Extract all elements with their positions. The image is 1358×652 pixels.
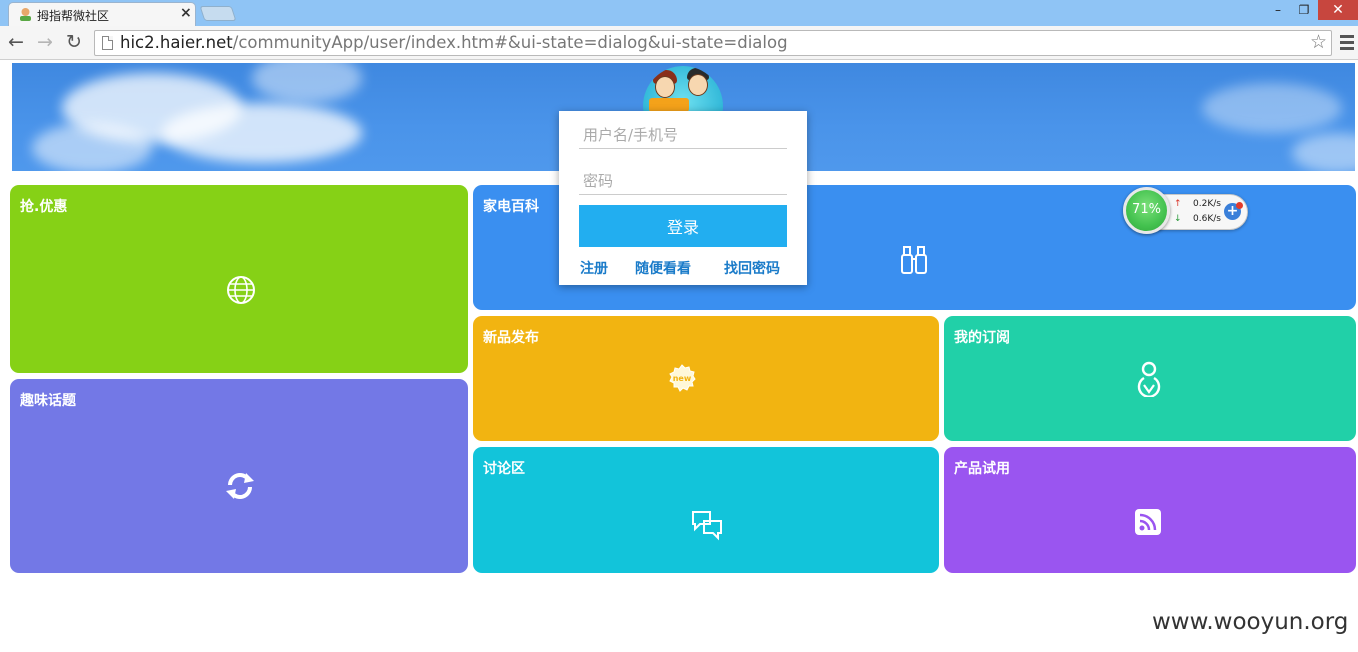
tile-title: 新品发布 bbox=[483, 330, 539, 346]
browser-tab[interactable]: 拇指帮微社区 × bbox=[8, 2, 196, 26]
user-icon bbox=[1137, 361, 1161, 397]
forgot-password-link[interactable]: 找回密码 bbox=[724, 258, 780, 278]
globe-icon bbox=[227, 276, 255, 304]
login-button[interactable]: 登录 bbox=[579, 205, 787, 247]
password-field[interactable] bbox=[579, 167, 787, 195]
rss-icon bbox=[1135, 509, 1161, 535]
url-path: /communityApp/user/index.htm#&ui-state=d… bbox=[232, 33, 788, 52]
speed-gauge[interactable]: 71% bbox=[1123, 187, 1170, 234]
browse-link[interactable]: 随便看看 bbox=[635, 258, 691, 278]
tile-title: 抢.优惠 bbox=[20, 199, 68, 215]
new-tab-button[interactable] bbox=[199, 6, 237, 21]
window-close-button[interactable]: ✕ bbox=[1318, 0, 1358, 20]
window-maximize-button[interactable]: ❐ bbox=[1292, 0, 1316, 20]
browser-titlebar: 拇指帮微社区 × – ❐ ✕ bbox=[0, 0, 1358, 26]
new-badge-text: new bbox=[673, 374, 692, 383]
tile-title: 家电百科 bbox=[483, 199, 539, 215]
window-minimize-button[interactable]: – bbox=[1266, 0, 1290, 20]
tile-taolun[interactable]: 讨论区 bbox=[473, 447, 939, 573]
tile-youhui[interactable]: 抢.优惠 bbox=[10, 185, 468, 373]
tile-dingyue[interactable]: 我的订阅 bbox=[944, 316, 1356, 441]
download-speed: 0.6K/s bbox=[1193, 214, 1221, 224]
back-arrow-icon[interactable]: ← bbox=[5, 32, 27, 54]
login-dialog: 登录 注册 随便看看 找回密码 bbox=[559, 111, 807, 285]
download-arrow-icon: ↓ bbox=[1174, 214, 1182, 224]
reload-icon[interactable]: ↻ bbox=[63, 32, 85, 54]
speed-percent: 71% bbox=[1132, 202, 1161, 217]
upload-arrow-icon: ↑ bbox=[1174, 199, 1182, 209]
upload-speed: 0.2K/s bbox=[1193, 199, 1221, 209]
tile-shiyong[interactable]: 产品试用 bbox=[944, 447, 1356, 573]
site-favicon-icon bbox=[20, 8, 31, 21]
forward-arrow-icon[interactable]: → bbox=[34, 32, 56, 54]
bookmark-star-icon[interactable]: ☆ bbox=[1310, 31, 1327, 53]
tab-title: 拇指帮微社区 bbox=[37, 9, 110, 23]
tile-title: 趣味话题 bbox=[20, 393, 76, 409]
tile-quwei[interactable]: 趣味话题 bbox=[10, 379, 468, 573]
url-host: hic2.haier.net bbox=[120, 33, 233, 52]
tile-title: 产品试用 bbox=[954, 461, 1010, 477]
tile-title: 我的订阅 bbox=[954, 330, 1010, 346]
refresh-icon bbox=[226, 473, 254, 499]
tile-xinpin[interactable]: 新品发布 new bbox=[473, 316, 939, 441]
tile-title: 讨论区 bbox=[483, 461, 525, 477]
notification-dot bbox=[1236, 202, 1243, 209]
page-icon bbox=[102, 36, 113, 50]
register-link[interactable]: 注册 bbox=[580, 258, 608, 278]
binoculars-icon bbox=[901, 246, 927, 274]
browser-toolbar: ← → ↻ hic2.haier.net/communityApp/user/i… bbox=[0, 26, 1358, 60]
username-field[interactable] bbox=[579, 121, 787, 149]
watermark: www.wooyun.org bbox=[1152, 609, 1349, 635]
url-text[interactable]: hic2.haier.net/communityApp/user/index.h… bbox=[120, 33, 788, 52]
browser-menu-icon[interactable] bbox=[1340, 35, 1354, 51]
chat-icon bbox=[692, 511, 722, 541]
new-badge-icon: new bbox=[669, 364, 696, 392]
address-bar[interactable]: hic2.haier.net/communityApp/user/index.h… bbox=[94, 30, 1332, 56]
tab-close-icon[interactable]: × bbox=[180, 5, 192, 21]
